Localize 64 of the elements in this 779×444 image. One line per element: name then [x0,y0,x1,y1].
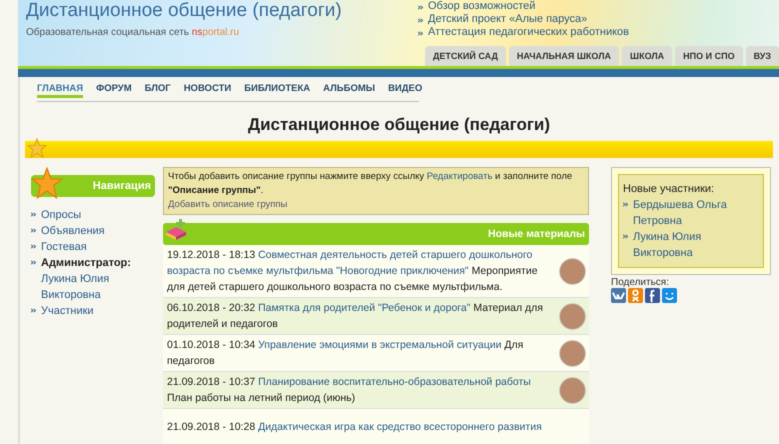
material-link[interactable]: Планирование воспитательно-образовательной работы [258,376,531,388]
category-tab[interactable]: ШКОЛА [622,46,672,66]
material-link[interactable]: Памятка для родителей "Ребенок и дорога" [258,302,470,314]
bullet-icon [31,244,36,249]
star-icon [31,167,63,199]
bullet-icon [31,212,36,217]
material-link[interactable]: Управление эмоциями в экстремальной ситуации [258,339,502,351]
category-tab[interactable]: НПО И СПО [675,46,743,66]
bullet-icon [418,18,423,23]
bullet-icon [418,31,423,36]
avatar[interactable] [559,376,586,404]
social-icon[interactable] [662,288,677,303]
page-title: Дистанционное общение (педагоги) [246,115,552,135]
site-title[interactable]: Дистанционное общение (педагоги) [26,1,342,21]
material-link[interactable]: возраста по съемке мультфильма "Новогодние приключения" [167,265,469,277]
site-subtitle: Образовательная социальная сеть nsportal.ru [26,27,240,38]
bullet-icon [623,202,628,207]
bullet-icon [31,308,36,313]
menu-tab[interactable]: НОВОСТИ [184,83,232,98]
avatar[interactable] [559,302,586,330]
menu-tab[interactable]: АЛЬБОМЫ [323,83,376,98]
category-tab[interactable]: ДЕТСКИЙ САД [425,46,506,66]
star-icon [27,138,47,158]
menu-tab[interactable]: БЛОГ [144,83,171,98]
menu-tab[interactable]: ВИДЕО [388,83,422,98]
add-description-link[interactable]: Добавить описание группы [168,199,288,210]
bullet-icon [623,234,628,239]
material-entry: 19.12.2018 - 18:13 Совместная деятельность детей старшего дошкольного возраста по съемке мультфильма "Новогодние приключения" Мероприятие для детей старшего дошкольного возраста по съемке мультфильма. [167,248,539,295]
header-link[interactable]: Детский проект «Алые паруса» [428,13,588,26]
admin-name-link[interactable]: Лукина Юлия Викторовна [41,271,155,303]
material-entry: 21.09.2018 - 10:28 Дидактическая игра как средство всестороннего развития [167,420,543,435]
category-tab[interactable]: НАЧАЛЬНАЯ ШКОЛА [508,46,620,66]
avatar[interactable] [559,340,586,366]
sidebar-link[interactable]: Гостевая [41,239,87,255]
material-link[interactable]: Совместная деятельность детей старшего дошкольного [258,249,532,261]
edit-link[interactable]: Редактировать [426,171,492,182]
category-tab[interactable]: ВУЗ [746,46,779,66]
member-link[interactable]: Бердышева Ольга Петровна [633,197,759,229]
social-icon[interactable] [645,288,660,303]
navigation-title: Навигация [92,180,151,192]
menu-tab[interactable]: ГЛАВНАЯ [37,83,84,98]
materials-title: Новые материалы [488,228,585,240]
member-link[interactable]: Лукина Юлия Викторовна [633,229,759,261]
bullet-icon [31,228,36,233]
material-entry: 01.10.2018 - 10:34 Управление эмоциями в экстремальной ситуации Для педагогов [167,338,524,369]
material-entry: 21.09.2018 - 10:37 Планирование воспитательно-образовательной работы План работы на летний период (июнь) [167,375,532,406]
book-icon [164,216,188,242]
menu-tab[interactable]: ФОРУМ [96,83,132,98]
bullet-icon [418,5,423,10]
menu-tab[interactable]: БИБЛИОТЕКА [244,83,310,98]
material-link[interactable]: Дидактическая игра как средство всестороннего развития [258,421,542,433]
header-link[interactable]: Обзор возможностей [428,0,536,13]
header-link[interactable]: Аттестация педагогических работников [428,26,629,39]
share-label: Поделиться: [611,277,670,288]
sidebar-link[interactable]: Объявления [41,223,105,239]
bullet-icon [31,260,36,265]
sidebar-link[interactable]: Опросы [41,207,82,223]
new-members-title: Новые участники: [623,182,716,197]
social-icon[interactable] [611,288,626,303]
sidebar-link[interactable]: Участники [41,303,94,319]
avatar[interactable] [559,258,586,284]
material-entry: 06.10.2018 - 20:32 Памятка для родителей "Ребенок и дорога" Материал для родителей и педагогов [167,301,544,332]
admin-label: Администратор: [41,256,132,271]
notice-text: Чтобы добавить описание группы нажмите вверху ссылку Редактировать и заполните поле "Описание группы". [168,170,574,198]
